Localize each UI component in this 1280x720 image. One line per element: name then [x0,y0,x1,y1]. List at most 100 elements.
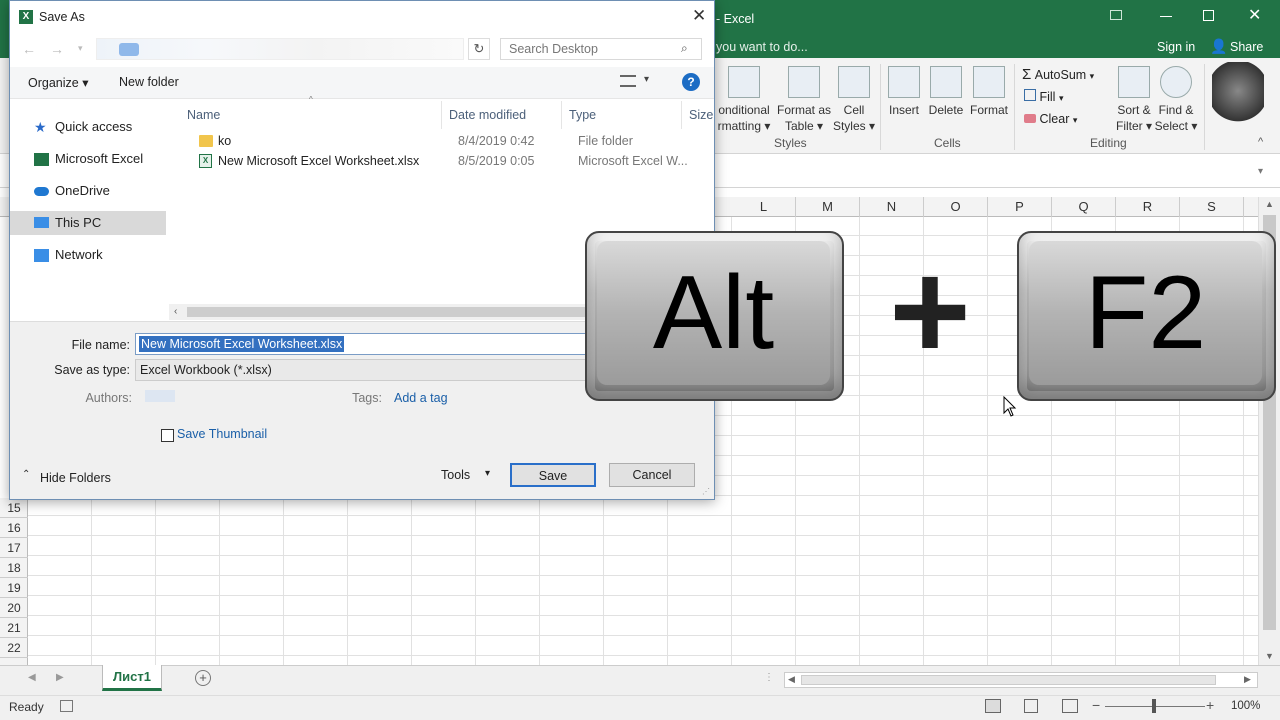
column-header[interactable]: N [860,197,924,217]
authors-value-blurred[interactable] [145,390,175,402]
help-icon[interactable]: ? [682,73,700,91]
scroll-thumb[interactable] [187,307,607,317]
scroll-left-icon[interactable]: ‹ [174,306,177,317]
scroll-up-icon[interactable]: ▲ [1265,199,1274,209]
nav-onedrive[interactable]: OneDrive [10,179,166,203]
format-as-table-button[interactable]: Format as Table ▾ [776,66,832,134]
horizontal-scrollbar[interactable]: ◀ ▶ [784,672,1258,688]
chevron-down-icon[interactable]: ▾ [485,468,490,479]
close-icon[interactable]: ✕ [1248,5,1261,25]
column-separator[interactable] [561,101,562,129]
alt-key: Alt [585,231,844,401]
column-separator[interactable] [441,101,442,129]
autosum-button[interactable]: Σ AutoSum ▾ [1022,66,1094,83]
column-header[interactable]: O [924,197,988,217]
find-select-button[interactable]: Find & Select ▾ [1154,66,1198,134]
row-header[interactable]: 16 [0,518,28,538]
fill-button[interactable]: Fill ▾ [1024,89,1063,104]
maximize-icon[interactable] [1203,10,1214,21]
sheet-tab[interactable]: Лист1 [102,665,162,691]
nav-microsoft-excel[interactable]: Microsoft Excel [10,147,166,171]
breadcrumb-address-bar[interactable] [96,38,464,60]
column-header[interactable]: M [796,197,860,217]
row-header[interactable]: 22 [0,638,28,658]
file-row[interactable]: X New Microsoft Excel Worksheet.xlsx 8/5… [185,151,705,171]
zoom-handle[interactable] [1152,699,1156,713]
row-header[interactable]: 19 [0,578,28,598]
organize-button[interactable]: Organize ▾ [28,75,88,90]
column-size[interactable]: Size [689,103,713,127]
next-sheet-icon[interactable]: ▶ [56,672,64,683]
save-button[interactable]: Save [510,463,596,487]
add-tag-link[interactable]: Add a tag [394,391,448,405]
tools-button[interactable]: Tools [441,468,470,482]
zoom-level[interactable]: 100% [1231,700,1260,712]
insert-button[interactable]: Insert [884,66,924,118]
delete-button[interactable]: Delete [926,66,966,118]
column-header[interactable]: L [732,197,796,217]
hide-folders-button[interactable]: Hide Folders [40,471,111,485]
column-separator[interactable] [681,101,682,129]
nav-quick-access[interactable]: ★ Quick access [10,115,166,139]
row-header[interactable]: 21 [0,618,28,638]
search-icon[interactable]: ⌕ [681,41,688,56]
row-header[interactable]: 20 [0,598,28,618]
minimize-icon[interactable] [1160,16,1172,17]
zoom-in-icon[interactable]: + [1206,697,1214,713]
zoom-out-icon[interactable]: − [1092,697,1100,713]
cloud-icon [34,187,49,196]
share-button[interactable]: Share [1230,40,1263,54]
prev-sheet-icon[interactable]: ◀ [28,672,36,683]
back-arrow-icon[interactable]: ← [22,41,36,57]
column-header[interactable]: P [988,197,1052,217]
column-header[interactable]: Q [1052,197,1116,217]
save-thumbnail-checkbox[interactable] [161,429,174,442]
collapse-ribbon-icon[interactable]: ^ [1258,136,1263,148]
cancel-button[interactable]: Cancel [609,463,695,487]
column-date[interactable]: Date modified [449,103,526,127]
file-row[interactable]: ko 8/4/2019 0:42 File folder [185,131,705,151]
scroll-right-icon[interactable]: ▶ [1244,674,1251,685]
conditional-formatting-button[interactable]: onditional rmatting ▾ [716,66,772,134]
hscroll-thumb[interactable] [801,675,1216,685]
view-options-icon[interactable] [620,75,636,87]
scroll-left-icon[interactable]: ◀ [788,674,795,685]
chevron-down-icon[interactable]: ▾ [644,74,649,85]
excel-icon: X [19,10,33,24]
expand-formula-icon[interactable]: ▾ [1258,166,1263,177]
nav-label: OneDrive [55,183,110,198]
add-sheet-icon[interactable]: + [195,670,211,686]
ribbon-display-icon[interactable] [1110,10,1122,20]
search-box[interactable]: Search Desktop ⌕ [500,38,702,60]
cell-styles-button[interactable]: Cell Styles ▾ [832,66,876,134]
column-header[interactable]: R [1116,197,1180,217]
close-icon[interactable]: ✕ [692,6,706,26]
page-break-icon[interactable] [1062,699,1078,713]
nav-this-pc[interactable]: This PC [10,211,166,235]
plus-sign: + [889,232,971,389]
column-name[interactable]: Name [187,103,220,127]
resize-grip-icon[interactable]: ⋰ [702,487,710,496]
row-header[interactable]: 18 [0,558,28,578]
sort-filter-button[interactable]: Sort & Filter ▾ [1112,66,1156,134]
recent-dropdown-icon[interactable]: ▾ [78,43,83,54]
chevron-up-icon[interactable]: ⌃ [22,469,30,480]
tell-me-input[interactable]: you want to do... [716,40,808,54]
format-table-label-2: Table ▾ [784,119,824,133]
sign-in-link[interactable]: Sign in [1157,40,1195,54]
normal-view-icon[interactable] [985,699,1001,713]
row-header[interactable]: 15 [0,498,28,518]
refresh-icon[interactable]: ↻ [468,38,490,60]
clear-button[interactable]: Clear ▾ [1024,112,1077,126]
new-folder-button[interactable]: New folder [119,75,179,89]
column-header[interactable]: S [1180,197,1244,217]
format-button[interactable]: Format [968,66,1010,118]
row-header[interactable]: 17 [0,538,28,558]
forward-arrow-icon[interactable]: → [50,41,64,57]
page-layout-icon[interactable] [1024,699,1038,713]
nav-network[interactable]: Network [10,243,166,267]
column-type[interactable]: Type [569,103,596,127]
save-thumbnail-label[interactable]: Save Thumbnail [177,427,267,441]
scroll-down-icon[interactable]: ▼ [1265,651,1274,661]
macro-record-icon[interactable] [60,700,73,712]
